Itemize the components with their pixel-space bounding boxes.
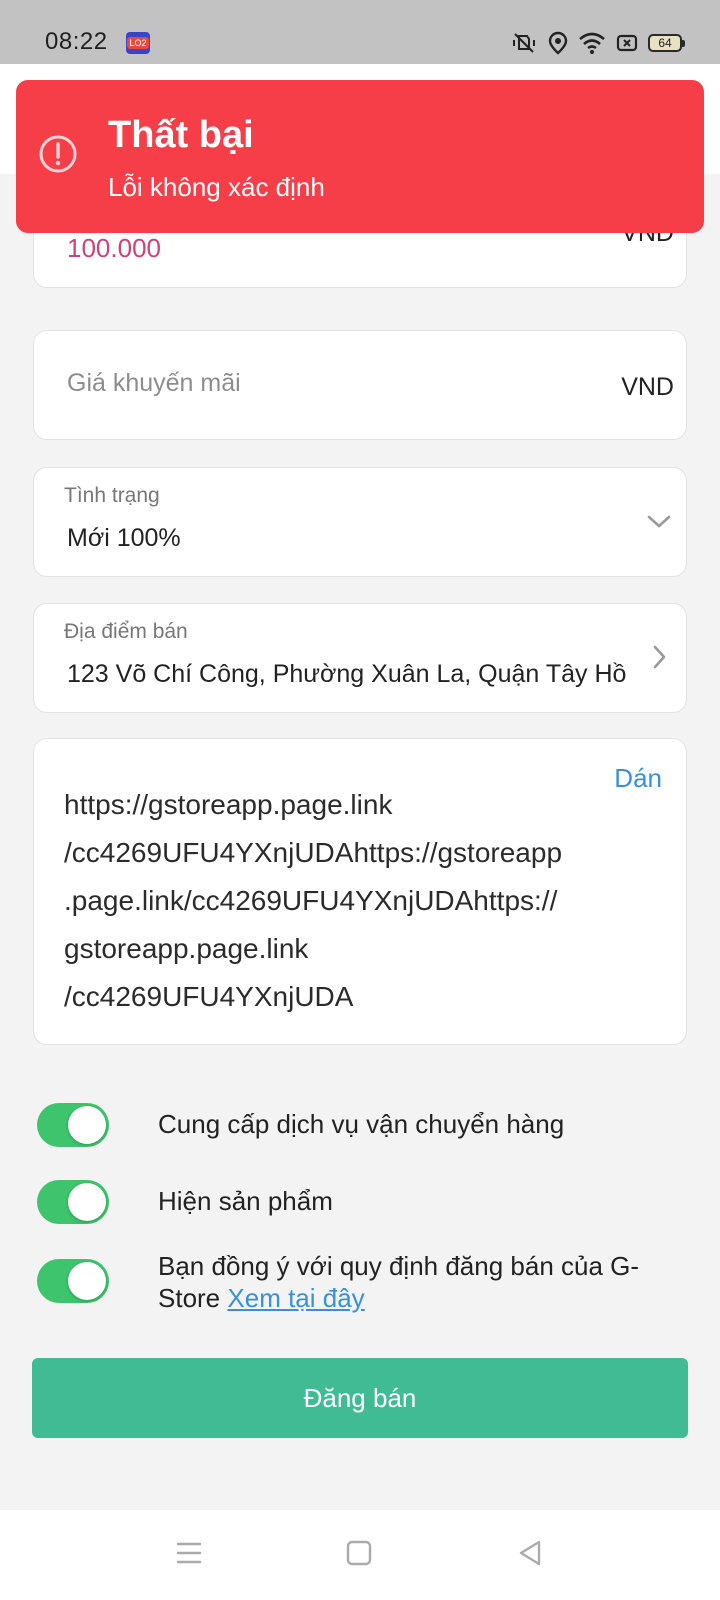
price-value: 100.000 [67, 233, 161, 263]
terms-link[interactable]: Xem tại đây [227, 1283, 364, 1313]
back-icon[interactable] [515, 1538, 545, 1568]
app-notification-icon: LO2 [126, 32, 150, 54]
home-icon[interactable] [344, 1538, 374, 1568]
location-selector[interactable]: Địa điểm bán 123 Võ Chí Công, Phường Xuâ… [33, 603, 687, 713]
link-textarea[interactable]: Dán https://gstoreapp.page.link /cc4269U… [33, 738, 687, 1045]
system-nav-bar [0, 1510, 720, 1600]
terms-toggle[interactable] [37, 1259, 109, 1303]
toast-message: Lỗi không xác định [108, 172, 325, 202]
location-value: 123 Võ Chí Công, Phường Xuân La, Quận Tâ… [67, 660, 627, 688]
chevron-down-icon [647, 515, 671, 528]
promo-price-currency: VND [621, 373, 674, 401]
error-toast: Thất bại Lỗi không xác định [16, 80, 704, 233]
promo-price-placeholder: Giá khuyến mãi [67, 369, 241, 397]
recent-apps-icon[interactable] [174, 1538, 204, 1568]
condition-label: Tình trạng [64, 484, 160, 507]
link-text: https://gstoreapp.page.link /cc4269UFU4Y… [64, 789, 563, 1012]
shipping-toggle[interactable] [37, 1103, 109, 1147]
status-icons: 64 [510, 30, 685, 56]
condition-value: Mới 100% [67, 524, 181, 552]
sim-off-icon [616, 34, 638, 52]
location-icon [548, 31, 568, 55]
status-bar: 08:22 LO2 64 [0, 0, 720, 64]
chevron-right-icon [653, 645, 666, 669]
condition-select[interactable]: Tình trạng Mới 100% [33, 467, 687, 577]
show-product-toggle-label: Hiện sản phẩm [158, 1186, 333, 1216]
terms-toggle-label: Bạn đồng ý với quy định đăng bán của G-S… [158, 1250, 678, 1314]
shipping-toggle-label: Cung cấp dịch vụ vận chuyển hàng [158, 1109, 565, 1139]
location-label: Địa điểm bán [64, 620, 188, 643]
vibrate-off-icon [513, 33, 535, 53]
submit-button[interactable]: Đăng bán [32, 1358, 688, 1438]
show-product-toggle[interactable] [37, 1180, 109, 1224]
alert-circle-icon [39, 135, 77, 173]
wifi-icon [579, 32, 605, 54]
toast-title: Thất bại [108, 114, 254, 156]
status-time: 08:22 [45, 28, 108, 55]
battery-icon: 64 [648, 34, 685, 52]
promo-price-field[interactable]: Giá khuyến mãi VND [33, 330, 687, 440]
